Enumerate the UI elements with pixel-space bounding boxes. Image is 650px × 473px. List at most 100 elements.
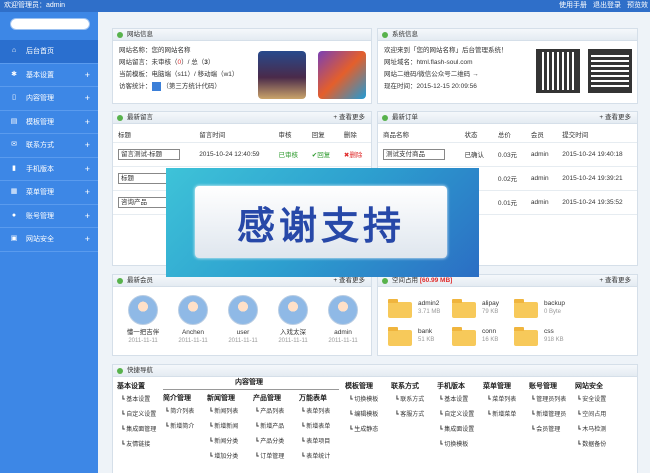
qn-link[interactable]: ┗ 空间占用 [577, 408, 606, 423]
plus-icon[interactable]: + [85, 164, 90, 174]
qn-link[interactable]: ┗ 生成静态 [349, 423, 378, 438]
folder-item[interactable]: bank 51 KB [388, 327, 434, 346]
banner-text: 感谢支持 [236, 202, 405, 248]
plus-icon[interactable]: + [85, 211, 90, 221]
plus-icon[interactable]: + [85, 234, 90, 244]
folder-item[interactable]: alipay 79 KB [452, 299, 499, 318]
qn-link[interactable]: ┗ 表单统计 [301, 450, 330, 465]
logout-link[interactable]: 退出登录 [593, 2, 621, 9]
qn-template-list: ┗ 切换模板 ┗ 编辑模板 ┗ 生成静态 [349, 393, 378, 438]
qn-link[interactable]: ┗ 简介列表 [165, 405, 194, 420]
panel-header: 最新留言 + 查看更多 [113, 112, 371, 124]
qn-link[interactable]: ┗ 新增新闻 [209, 420, 238, 435]
qn-link[interactable]: ┗ 安全设置 [577, 393, 606, 408]
space-more-link[interactable]: + 查看更多 [599, 275, 631, 287]
pc-template-thumbnail[interactable] [258, 51, 306, 99]
qn-link[interactable]: ┗ 基本设置 [439, 393, 474, 408]
avatar [178, 295, 208, 325]
qn-link[interactable]: ┗ 自定义设置 [439, 408, 474, 423]
sidebar-item-menu[interactable]: ▦ 菜单管理 + [0, 181, 98, 205]
plus-icon[interactable]: + [85, 93, 90, 103]
qn-news-head: 新闻管理 [207, 395, 235, 402]
leaf-icon [117, 32, 123, 38]
folder-item[interactable]: backup 0 Byte [514, 299, 565, 318]
qn-link[interactable]: ┗ 基本设置 [121, 393, 156, 408]
qn-link[interactable]: ┗ 增加分类 [209, 450, 238, 465]
qn-link[interactable]: ┗ 表单列表 [301, 405, 330, 420]
mobile-icon: ▮ [12, 164, 16, 172]
member-card[interactable]: 懂一把吉伴 2011-11-11 [121, 295, 165, 346]
top-bar: 欢迎管理员：admin 使用手册 退出登录 预览效 [0, 0, 650, 12]
sidebar-item-account[interactable]: ● 账号管理 + [0, 205, 98, 228]
order-name-field[interactable]: 测试支付商品 [383, 148, 445, 160]
qn-template-head: 模板管理 [345, 383, 373, 390]
folder-icon [388, 299, 412, 318]
plus-icon[interactable]: + [85, 70, 90, 80]
folder-item[interactable]: admin2 3.71 MB [388, 299, 440, 318]
qn-link[interactable]: ┗ 切换模板 [349, 393, 378, 408]
qn-link[interactable]: ┗ 切换模板 [439, 438, 474, 453]
qn-link[interactable]: ┗ 新增管理员 [531, 408, 566, 423]
sidebar-item-mobile[interactable]: ▮ 手机版本 + [0, 158, 98, 181]
sidebar-item-label: 内容管理 [26, 95, 54, 103]
qn-link[interactable]: ┗ 新闻列表 [209, 405, 238, 420]
sidebar-item-content[interactable]: ▯ 内容管理 + [0, 87, 98, 111]
qn-link[interactable]: ┗ 会员管理 [531, 423, 566, 438]
qn-mobile-list: ┗ 基本设置 ┗ 自定义设置 ┗ 集成面设置 ┗ 切换模板 [439, 393, 474, 453]
preview-link[interactable]: 预览效 [627, 2, 648, 9]
qn-link[interactable]: ┗ 菜单列表 [487, 393, 516, 408]
qn-link[interactable]: ┗ 新增简介 [165, 420, 194, 435]
member-card[interactable]: Anchen 2011-11-11 [171, 295, 215, 346]
sidebar-item-security[interactable]: ▣ 网站安全 + [0, 228, 98, 252]
top-links: 使用手册 退出登录 预览效 [553, 0, 648, 12]
qn-link[interactable]: ┗ 新增表单 [301, 420, 330, 435]
orders-more-link[interactable]: + 查看更多 [599, 112, 631, 124]
sidebar-item-basic[interactable]: ✱ 基本设置 + [0, 64, 98, 87]
qn-link[interactable]: ┗ 新增产品 [255, 420, 284, 435]
plus-icon[interactable]: + [85, 187, 90, 197]
qn-link[interactable]: ┗ 表单项目 [301, 435, 330, 450]
reply-button[interactable]: ✔回复 [306, 142, 339, 167]
qn-link[interactable]: ┗ 订单管理 [255, 450, 284, 465]
qn-link[interactable]: ┗ 新增菜单 [487, 408, 516, 423]
site-info-panel: 网站信息 网站名称：您的网站名称 网站留言：未审核（0）/ 总（3） 当前模板：… [112, 28, 372, 104]
member-card[interactable]: 入戏太深 2011-11-11 [271, 295, 315, 346]
member-card[interactable]: user 2011-11-11 [221, 295, 265, 346]
manual-link[interactable]: 使用手册 [559, 2, 587, 9]
qn-link[interactable]: ┗ 数据备份 [577, 438, 606, 453]
qn-link[interactable]: ┗ 自定义设置 [121, 408, 156, 423]
folder-item[interactable]: css 918 KB [514, 327, 564, 346]
qn-link[interactable]: ┗ 管理员列表 [531, 393, 566, 408]
folder-item[interactable]: conn 16 KB [452, 327, 498, 346]
qn-link[interactable]: ┗ 友情链接 [121, 438, 156, 453]
mobile-template-thumbnail[interactable] [318, 51, 366, 99]
qn-link[interactable]: ┗ 编辑模板 [349, 408, 378, 423]
member-card[interactable]: admin 2011-11-11 [321, 295, 365, 346]
qn-link[interactable]: ┗ 客服方式 [395, 408, 424, 423]
space-panel: 空间占用 [60.99 MB] + 查看更多 admin2 3.71 MB alip… [377, 274, 638, 356]
plus-icon[interactable]: + [85, 140, 90, 150]
sidebar-item-home[interactable]: ⌂ 后台首页 [0, 40, 98, 64]
qn-security-list: ┗ 安全设置 ┗ 空间占用 ┗ 木马检测 ┗ 数据备份 [577, 393, 606, 453]
messages-more-link[interactable]: + 查看更多 [333, 112, 365, 124]
delete-button[interactable]: ✖删除 [338, 142, 371, 167]
qn-mobile-head: 手机版本 [437, 383, 465, 390]
qn-contact-head: 联系方式 [391, 383, 419, 390]
avatar [328, 295, 358, 325]
qn-link[interactable]: ┗ 产品列表 [255, 405, 284, 420]
message-title-field[interactable]: 留言测试-标题 [118, 148, 180, 160]
qn-link[interactable]: ┗ 集成面设置 [439, 423, 474, 438]
search-input[interactable] [10, 18, 90, 30]
qn-menu-list: ┗ 菜单列表 ┗ 新增菜单 [487, 393, 516, 423]
lock-icon: ▣ [10, 235, 18, 243]
sidebar-item-template[interactable]: ▤ 模板管理 + [0, 111, 98, 134]
qn-link[interactable]: ┗ 产品分类 [255, 435, 284, 450]
qn-link[interactable]: ┗ 新闻分类 [209, 435, 238, 450]
qr-code-site [536, 49, 580, 93]
members-panel: 最新会员 + 查看更多 懂一把吉伴 2011-11-11 Anchen 2011-11… [112, 274, 372, 356]
sidebar-item-contact[interactable]: ✉ 联系方式 + [0, 134, 98, 158]
plus-icon[interactable]: + [85, 117, 90, 127]
qn-link[interactable]: ┗ 集成面管理 [121, 423, 156, 438]
qn-link[interactable]: ┗ 木马检测 [577, 423, 606, 438]
qn-link[interactable]: ┗ 联系方式 [395, 393, 424, 408]
